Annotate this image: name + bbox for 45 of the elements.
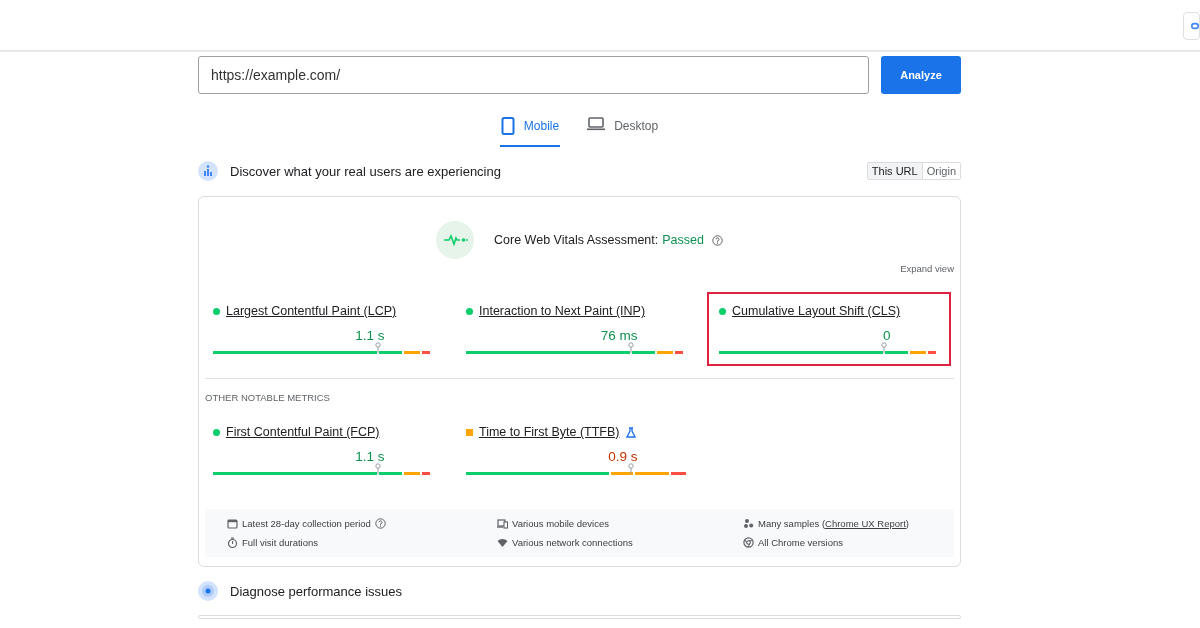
metric-link[interactable]: Cumulative Layout Shift (CLS) [732, 304, 901, 318]
report-link[interactable]: Chrome UX Report [825, 518, 906, 529]
metric-value: 0.9 s [607, 449, 639, 465]
metric-link[interactable]: First Contentful Paint (FCP) [226, 425, 380, 439]
scope-toggle-option[interactable]: This URL [867, 163, 923, 179]
info-text: Various network connections [512, 537, 633, 548]
users-chart-icon [198, 161, 218, 181]
section-title: Discover what your real users are experiencing [230, 163, 502, 179]
calendar-icon [227, 518, 238, 529]
dots-cluster-icon [743, 518, 754, 529]
device-tab[interactable]: Mobile [499, 119, 561, 147]
devices-icon [497, 518, 508, 529]
help-icon [711, 234, 723, 246]
url-input-field[interactable]: https://example.com/ [198, 56, 869, 94]
info-text: Full visit durations [242, 537, 319, 548]
phone-icon [500, 117, 515, 135]
metric-value: 76 ms [599, 328, 639, 344]
signal-icon [497, 537, 508, 548]
assessment-result: Passed [662, 233, 704, 247]
info-text: Various mobile devices [512, 518, 609, 529]
metric-value: 1.1 s [354, 328, 386, 344]
metric-link[interactable]: Largest Contentful Paint (LCP) [226, 304, 397, 318]
link-button[interactable] [1183, 12, 1200, 40]
help-icon [374, 518, 386, 529]
section-title: Diagnose performance issues [230, 583, 403, 599]
info-text: All Chrome versions [758, 537, 843, 548]
expand-view-link[interactable]: Expand view [900, 263, 954, 274]
metric-link[interactable]: Time to First Byte (TTFB) [479, 425, 620, 439]
pulse-icon [436, 221, 475, 259]
info-text: Latest 28-day collection period [242, 518, 371, 529]
target-icon [198, 581, 218, 601]
section-label: OTHER NOTABLE METRICS [205, 392, 331, 403]
flask-icon [625, 426, 636, 438]
info-text: Many samples (Chrome UX Report) [758, 518, 909, 529]
analyze-button[interactable]: Analyze [881, 56, 961, 94]
metric-value: 0 [882, 328, 892, 344]
scope-toggle-option[interactable]: Origin [922, 163, 960, 179]
stopwatch-icon [227, 537, 238, 548]
device-tab[interactable]: Desktop [586, 119, 660, 147]
assessment-label: Core Web Vitals Assessment: [494, 233, 659, 247]
metric-link[interactable]: Interaction to Next Paint (INP) [479, 304, 646, 318]
metric-value: 1.1 s [354, 449, 386, 465]
link-icon [1191, 22, 1199, 30]
browser-logo-icon [743, 537, 754, 548]
laptop-icon [587, 117, 606, 131]
